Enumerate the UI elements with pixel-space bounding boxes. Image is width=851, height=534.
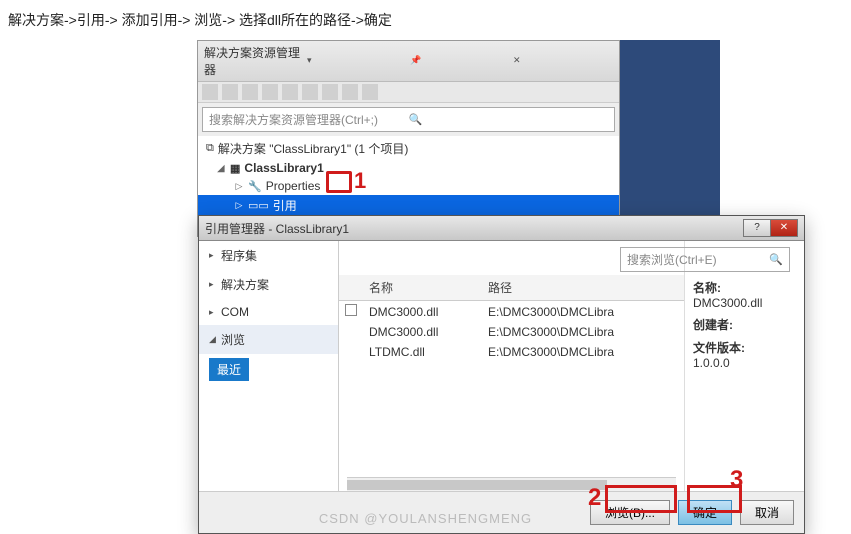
references-label: 引用 <box>273 197 297 214</box>
annotation-number-3: 3 <box>730 466 743 494</box>
annotation-number-2: 2 <box>588 484 601 512</box>
cell-path: E:\DMC3000\DMCLibra <box>482 342 684 362</box>
instruction-text: 解决方案->引用-> 添加引用-> 浏览-> 选择dll所在的路径->确定 <box>0 0 851 40</box>
browse-search[interactable]: 搜索浏览(Ctrl+E) 🔍 <box>620 247 790 272</box>
properties-node[interactable]: ▷ 🔧 Properties <box>198 177 619 195</box>
expand-icon[interactable]: ◢ <box>216 163 226 174</box>
solution-explorer-panel: 解决方案资源管理器 ▾ 📌 ✕ 搜索解决方案资源管理器(Ctrl+;) 🔍 ⧉ … <box>197 40 620 237</box>
table-row[interactable]: DMC3000.dllE:\DMC3000\DMCLibra <box>339 322 684 342</box>
sidebar-item-com[interactable]: ▸ COM <box>199 299 338 325</box>
solution-icon: ⧉ <box>206 142 214 155</box>
toolbar-icon[interactable] <box>342 84 358 100</box>
chevron-right-icon: ▸ <box>209 250 217 261</box>
sidebar-item-label: 浏览 <box>221 331 245 348</box>
toolbar-icon[interactable] <box>282 84 298 100</box>
chevron-right-icon: ▸ <box>209 307 217 318</box>
search-icon: 🔍 <box>409 113 609 126</box>
toolbar-icon[interactable] <box>302 84 318 100</box>
chevron-right-icon: ▸ <box>209 279 217 290</box>
sidebar-item-solution[interactable]: ▸ 解决方案 <box>199 270 338 299</box>
references-node[interactable]: ▷ ▭▭ 引用 <box>198 195 619 216</box>
horizontal-scrollbar[interactable] <box>347 477 676 491</box>
pin-icon[interactable]: 📌 <box>410 55 510 67</box>
expand-icon[interactable]: ▷ <box>234 181 244 192</box>
solution-explorer-toolbar <box>198 82 619 103</box>
toolbar-icon[interactable] <box>322 84 338 100</box>
close-icon[interactable]: ✕ <box>513 55 613 67</box>
sidebar-item-label: COM <box>221 305 249 319</box>
sidebar-item-browse[interactable]: ◢ 浏览 <box>199 325 338 354</box>
checkbox[interactable] <box>345 304 357 316</box>
detail-version-value: 1.0.0.0 <box>693 356 796 370</box>
toolbar-icon[interactable] <box>262 84 278 100</box>
reference-list-area: 搜索浏览(Ctrl+E) 🔍 名称 路径 DMC3000.dllE:\DMC30… <box>339 241 684 491</box>
annotation-number-1: 1 <box>354 168 366 194</box>
project-icon: ▦ <box>230 162 240 175</box>
cell-name: DMC3000.dll <box>363 301 482 323</box>
sidebar-item-label: 程序集 <box>221 247 257 264</box>
dropdown-icon[interactable]: ▾ <box>307 55 407 67</box>
sidebar-item-assemblies[interactable]: ▸ 程序集 <box>199 241 338 270</box>
solution-node[interactable]: ⧉ 解决方案 "ClassLibrary1" (1 个项目) <box>198 138 619 159</box>
help-button[interactable]: ? <box>743 219 771 237</box>
col-path[interactable]: 路径 <box>482 275 684 301</box>
reference-table: 名称 路径 DMC3000.dllE:\DMC3000\DMCLibra DMC… <box>339 275 684 362</box>
col-name[interactable]: 名称 <box>363 275 482 301</box>
toolbar-icon[interactable] <box>222 84 238 100</box>
detail-creator-label: 创建者: <box>693 318 733 332</box>
table-row[interactable]: LTDMC.dllE:\DMC3000\DMCLibra <box>339 342 684 362</box>
dialog-titlebar: 引用管理器 - ClassLibrary1 ? ✕ <box>199 216 804 241</box>
solution-label: 解决方案 "ClassLibrary1" (1 个项目) <box>218 140 409 157</box>
expand-icon[interactable]: ▷ <box>234 200 244 211</box>
solution-explorer-titlebar: 解决方案资源管理器 ▾ 📌 ✕ <box>198 41 619 82</box>
close-button[interactable]: ✕ <box>770 219 798 237</box>
dialog-title: 引用管理器 - ClassLibrary1 <box>205 220 744 237</box>
cell-path: E:\DMC3000\DMCLibra <box>482 301 684 323</box>
chevron-down-icon: ◢ <box>209 334 217 345</box>
table-row[interactable]: DMC3000.dllE:\DMC3000\DMCLibra <box>339 301 684 323</box>
search-placeholder: 搜索浏览(Ctrl+E) <box>627 251 769 268</box>
detail-name-value: DMC3000.dll <box>693 296 796 310</box>
solution-explorer-search[interactable]: 搜索解决方案资源管理器(Ctrl+;) 🔍 <box>202 107 615 132</box>
sidebar-item-recent[interactable]: 最近 <box>209 358 249 381</box>
toolbar-icon[interactable] <box>362 84 378 100</box>
cell-name: DMC3000.dll <box>363 322 482 342</box>
sidebar-item-label: 解决方案 <box>221 276 269 293</box>
toolbar-icon[interactable] <box>242 84 258 100</box>
watermark: CSDN @YOULANSHENGMENG <box>0 511 851 526</box>
detail-version-label: 文件版本: <box>693 341 745 355</box>
reference-manager-dialog: 引用管理器 - ClassLibrary1 ? ✕ ▸ 程序集 ▸ 解决方案 ▸ CO… <box>198 215 805 534</box>
project-label: ClassLibrary1 <box>244 161 323 175</box>
vs-background: 调序 <box>620 40 720 215</box>
solution-explorer-title: 解决方案资源管理器 <box>204 44 304 78</box>
search-icon: 🔍 <box>769 253 783 266</box>
properties-label: Properties <box>266 179 321 193</box>
scrollbar-thumb[interactable] <box>347 480 607 490</box>
project-node[interactable]: ◢ ▦ ClassLibrary1 <box>198 159 619 177</box>
search-placeholder: 搜索解决方案资源管理器(Ctrl+;) <box>209 111 409 128</box>
detail-pane: 名称: DMC3000.dll 创建者: 文件版本: 1.0.0.0 <box>684 241 804 491</box>
wrench-icon: 🔧 <box>248 180 262 193</box>
cell-path: E:\DMC3000\DMCLibra <box>482 322 684 342</box>
category-sidebar: ▸ 程序集 ▸ 解决方案 ▸ COM ◢ 浏览 最近 <box>199 241 339 491</box>
detail-name-label: 名称: <box>693 281 721 295</box>
toolbar-icon[interactable] <box>202 84 218 100</box>
cell-name: LTDMC.dll <box>363 342 482 362</box>
references-icon: ▭▭ <box>248 199 269 212</box>
